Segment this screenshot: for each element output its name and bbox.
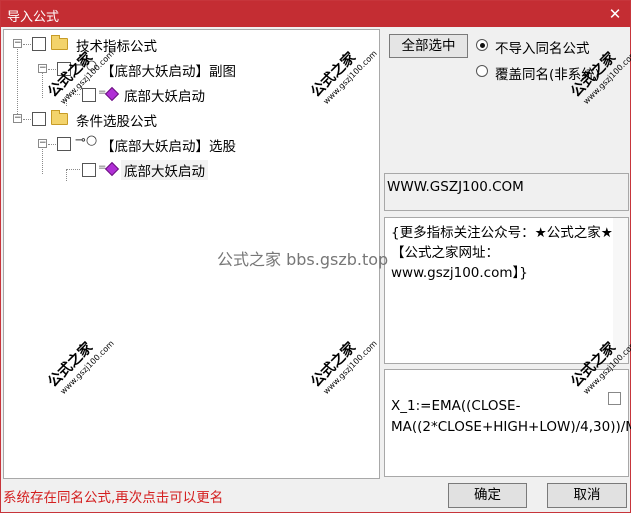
tree-node-label: 【底部大妖启动】副图 [101,64,236,80]
collapse-icon[interactable]: − [38,139,47,148]
close-icon[interactable]: ✕ [604,3,626,25]
tree-node-label: 底部大妖启动 [124,89,205,105]
tree-node-label: 条件选股公式 [76,114,157,130]
radio-overwrite-label[interactable]: 覆盖同名(非系统) [495,63,600,83]
tree-node-sub-chart[interactable]: − ⊸○ 【底部大妖启动】副图 [4,58,374,80]
tree-node-stock-selection-formulas[interactable]: − 条件选股公式 [4,109,374,130]
description-text: {更多指标关注公众号：★公式之家★ 【公式之家网址：www.gszj100.co… [391,225,613,281]
radio-overwrite[interactable] [476,65,488,77]
description-textbox[interactable]: {更多指标关注公众号：★公式之家★ 【公式之家网址：www.gszj100.co… [384,217,629,364]
key-icon: ⊸○ [75,133,98,148]
tree-checkbox[interactable] [57,62,71,76]
tree-checkbox[interactable] [82,163,96,177]
description-scrollbar[interactable] [613,218,628,363]
tree-node-selection-item[interactable]: = 底部大妖启动 [4,159,374,180]
tree-checkbox[interactable] [82,88,96,102]
tree-connector [23,119,31,120]
import-formula-dialog: 导入公式 ✕ − 技术指标公式 − ⊸○ 【底部大妖启动】副图 = 底部大妖启动… [0,0,631,513]
gem-icon [104,86,120,102]
tree-node-indicator-formulas[interactable]: − 技术指标公式 [4,34,374,55]
select-all-button[interactable]: 全部选中 [389,34,468,58]
title-bar: 导入公式 ✕ [1,1,630,27]
window-title: 导入公式 [7,10,60,25]
ok-button[interactable]: 确定 [448,483,527,508]
url-field[interactable]: WWW.GSZJ100.COM [384,173,629,211]
tree-node-stock-selection[interactable]: − ⊸○ 【底部大妖启动】选股 [4,133,374,155]
folder-icon [51,110,68,125]
collapse-icon[interactable]: − [38,64,47,73]
radio-skip-duplicates-label[interactable]: 不导入同名公式 [495,37,590,57]
tree-checkbox[interactable] [32,37,46,51]
tree-connector [66,94,80,95]
tree-checkbox[interactable] [32,112,46,126]
watermark-center-text: 公式之家 bbs.gszb.top [217,250,389,269]
formula-preview-box[interactable]: X_1:=EMA((CLOSE-MA((2*CLOSE+HIGH+LOW)/4,… [384,369,631,477]
collapse-icon[interactable]: − [13,114,22,123]
tree-connector [48,144,56,145]
status-message: 系统存在同名公式,再次点击可以更名 [3,490,224,506]
tree-connector [66,169,80,170]
tree-node-label: 底部大妖启动 [121,160,208,180]
folder-icon [51,35,68,50]
gem-icon [104,161,120,177]
radio-skip-duplicates[interactable] [476,39,488,51]
cancel-button[interactable]: 取消 [547,483,627,508]
key-icon: ⊸○ [75,58,98,73]
tree-connector [23,44,31,45]
tree-connector [48,69,56,70]
formula-checkbox[interactable] [608,392,621,405]
url-text: WWW.GSZJ100.COM [387,179,524,195]
tree-checkbox[interactable] [57,137,71,151]
collapse-icon[interactable]: − [13,39,22,48]
tree-node-label: 技术指标公式 [76,39,157,55]
formula-text: X_1:=EMA((CLOSE-MA((2*CLOSE+HIGH+LOW)/4,… [391,398,631,435]
tree-node-label: 【底部大妖启动】选股 [101,139,236,155]
tree-node-indicator-item[interactable]: = 底部大妖启动 [4,84,374,105]
